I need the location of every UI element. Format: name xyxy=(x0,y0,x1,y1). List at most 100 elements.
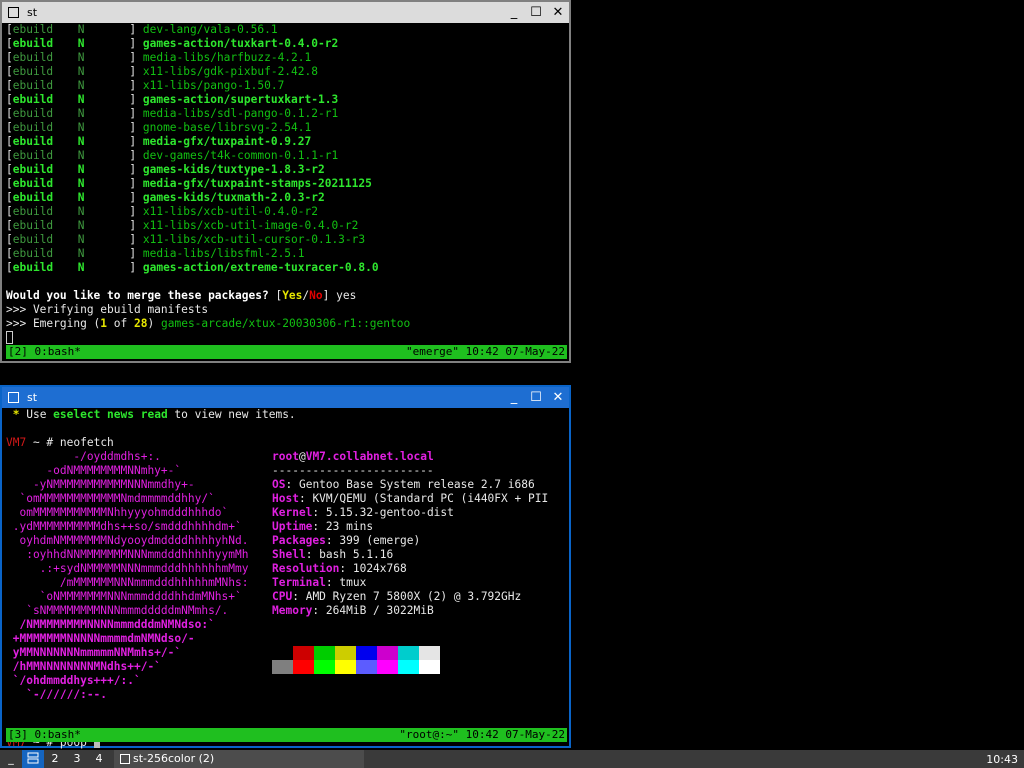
package-name: x11-libs/xcb-util-image-0.4.0-r2 xyxy=(142,219,359,232)
verifying-line: >>> Verifying ebuild manifests xyxy=(6,303,209,316)
logo-line: :oyhhdNNMMMMMMMNNNmmdddhhhhhyymMh xyxy=(6,548,249,561)
logo-line: /mMMMMMMNNNmmmdddhhhhhmMNhs: xyxy=(6,576,249,589)
terminal-window-emerge[interactable]: st _ ☐ ✕ [ebuild N ] dev-lang/vala-0.56.1… xyxy=(0,0,571,363)
tmux-window-label: [2] 0:bash* xyxy=(8,345,81,358)
maximize-button[interactable]: ☐ xyxy=(525,3,547,23)
prompt-line: VM7 ~ # neofetch xyxy=(6,436,114,449)
package-tag: ebuild xyxy=(12,219,54,232)
tmux-status-right: "root@:~" 10:42 07-May-22 xyxy=(399,728,565,741)
minimize-button[interactable]: _ xyxy=(503,388,525,408)
close-button[interactable]: ✕ xyxy=(547,388,569,408)
info-key: Resolution xyxy=(272,562,340,575)
minimize-button[interactable]: _ xyxy=(503,3,525,23)
info-key: Memory xyxy=(272,604,313,617)
package-tag: ebuild xyxy=(12,233,54,246)
info-row: OS: Gentoo Base System release 2.7 i686 xyxy=(272,478,535,491)
logo-line: +MMMMMMMNNNNNmmmmdmNMNdso/- xyxy=(6,632,195,645)
task-label: st-256color (2) xyxy=(133,752,215,765)
taskbar-task-st[interactable]: st-256color (2) xyxy=(114,750,364,768)
taskbar: _ 2 3 4 st-256color (2) 10:43 xyxy=(0,750,1024,768)
logo-line: omMMMMMMMMMMMNhhyyyohmdddhhhdo` xyxy=(6,506,229,519)
package-name: media-libs/libsfml-2.5.1 xyxy=(142,247,305,260)
clock: 10:43 xyxy=(986,752,1018,766)
terminal-output[interactable]: * Use eselect news read to view new item… xyxy=(2,408,569,749)
package-flag: N xyxy=(77,233,85,246)
info-value: KVM/QEMU (Standard PC (i440FX + PII xyxy=(312,492,549,505)
info-key: Uptime xyxy=(272,520,313,533)
package-name: games-action/tuxkart-0.4.0-r2 xyxy=(142,37,339,50)
package-flag: N xyxy=(77,247,85,260)
close-button[interactable]: ✕ xyxy=(547,3,569,23)
package-flag: N xyxy=(77,177,85,190)
package-row: [ebuild N ] dev-lang/vala-0.56.1 xyxy=(6,23,278,36)
logo-line: /NMMMMMMMMNNNNmmmdddmNMNdso:` xyxy=(6,618,215,631)
info-value: 23 mins xyxy=(325,520,374,533)
terminal-window-neofetch[interactable]: st _ ☐ ✕ * Use eselect news read to view… xyxy=(0,385,571,749)
info-key: CPU xyxy=(272,590,293,603)
info-value: tmux xyxy=(339,576,367,589)
package-row: [ebuild N ] media-libs/libsfml-2.5.1 xyxy=(6,247,305,260)
color-swatch xyxy=(272,646,293,660)
package-tag: ebuild xyxy=(12,23,54,36)
workspace-4-button[interactable]: 4 xyxy=(88,750,110,768)
tmux-status-bar: [2] 0:bash* "emerge" 10:42 07-May-22 xyxy=(6,345,567,359)
package-row: [ebuild N ] media-gfx/tuxpaint-0.9.27 xyxy=(6,135,312,148)
workspace-1-button[interactable] xyxy=(22,750,44,768)
package-flag: N xyxy=(77,121,85,134)
tmux-window-label: [3] 0:bash* xyxy=(8,728,81,741)
terminal-output[interactable]: [ebuild N ] dev-lang/vala-0.56.1 [ebuild N … xyxy=(2,23,569,361)
neofetch-output: -/oyddmdhs+:. -odNMMMMMMMMNNmhy+-` -yNMM… xyxy=(6,450,565,716)
logo-line: yMMNNNNNNNmmmmmNNMmhs+/-` xyxy=(6,646,182,659)
package-tag: ebuild xyxy=(12,163,54,176)
package-row: [ebuild N ] games-action/supertuxkart-1.3 xyxy=(6,93,339,106)
info-key: Host xyxy=(272,492,299,505)
package-name: media-gfx/tuxpaint-0.9.27 xyxy=(142,135,312,148)
package-flag: N xyxy=(77,163,85,176)
package-tag: ebuild xyxy=(12,93,54,106)
color-swatch xyxy=(377,660,398,674)
minimize-all-button[interactable]: _ xyxy=(0,750,22,768)
package-flag: N xyxy=(77,191,85,204)
color-swatch xyxy=(398,660,419,674)
logo-line: -odNMMMMMMMMNNmhy+-` xyxy=(6,464,182,477)
package-flag: N xyxy=(77,149,85,162)
workspace-3-button[interactable]: 3 xyxy=(66,750,88,768)
terminal-cursor xyxy=(6,331,13,344)
package-name: dev-lang/vala-0.56.1 xyxy=(142,23,278,36)
package-name: games-action/extreme-tuxracer-0.8.0 xyxy=(142,261,379,274)
info-key: Terminal xyxy=(272,576,326,589)
logo-line: `oNMMMMMMMNNNmmmddddhhdmMNhs+` xyxy=(6,590,242,603)
package-flag: N xyxy=(77,23,85,36)
window-titlebar[interactable]: st _ ☐ ✕ xyxy=(2,387,569,408)
package-tag: ebuild xyxy=(12,51,54,64)
color-swatch xyxy=(293,660,314,674)
info-row: Memory: 264MiB / 3022MiB xyxy=(272,604,434,617)
window-titlebar[interactable]: st _ ☐ ✕ xyxy=(2,2,569,23)
info-value: Gentoo Base System release 2.7 i686 xyxy=(298,478,535,491)
package-name: dev-games/t4k-common-0.1.1-r1 xyxy=(142,149,339,162)
package-row: [ebuild N ] x11-libs/xcb-util-cursor-0.1.… xyxy=(6,233,366,246)
package-name: media-libs/sdl-pango-0.1.2-r1 xyxy=(142,107,339,120)
package-tag: ebuild xyxy=(12,65,54,78)
logo-line: `/ohdmmddhys+++/:.` xyxy=(6,674,141,687)
package-name: games-action/supertuxkart-1.3 xyxy=(142,93,339,106)
package-name: games-kids/tuxtype-1.8.3-r2 xyxy=(142,163,325,176)
package-flag: N xyxy=(77,93,85,106)
package-row: [ebuild N ] games-kids/tuxmath-2.0.3-r2 xyxy=(6,191,325,204)
color-swatch xyxy=(272,660,293,674)
color-swatch xyxy=(356,660,377,674)
package-flag: N xyxy=(77,51,85,64)
package-row: [ebuild N ] games-kids/tuxtype-1.8.3-r2 xyxy=(6,163,325,176)
package-flag: N xyxy=(77,37,85,50)
maximize-button[interactable]: ☐ xyxy=(525,388,547,408)
color-swatch xyxy=(314,646,335,660)
package-row: [ebuild N ] x11-libs/pango-1.50.7 xyxy=(6,79,285,92)
package-tag: ebuild xyxy=(12,107,54,120)
info-value: 1024x768 xyxy=(352,562,407,575)
package-row: [ebuild N ] x11-libs/gdk-pixbuf-2.42.8 xyxy=(6,65,318,78)
workspace-2-button[interactable]: 2 xyxy=(44,750,66,768)
package-name: x11-libs/pango-1.50.7 xyxy=(142,79,285,92)
package-tag: ebuild xyxy=(12,135,54,148)
package-flag: N xyxy=(77,219,85,232)
package-tag: ebuild xyxy=(12,79,54,92)
